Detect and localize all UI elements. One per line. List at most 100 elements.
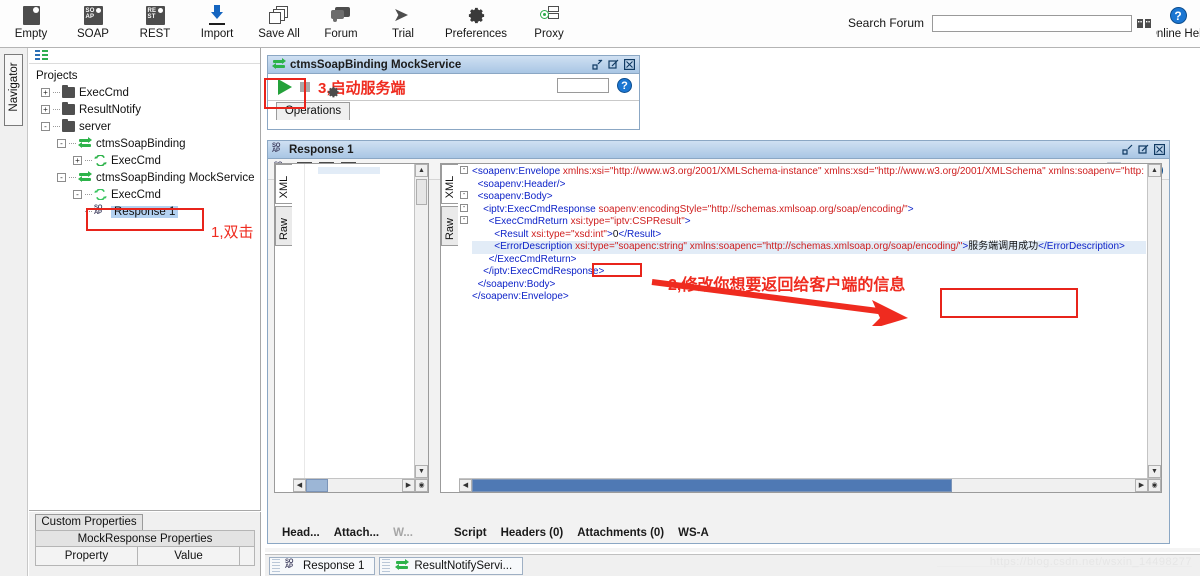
mockservice-port-field[interactable] (557, 78, 609, 93)
close-icon[interactable] (624, 59, 635, 70)
toolbar-button-empty[interactable]: Empty (0, 0, 62, 46)
toolbar-button-forum[interactable]: Forum (310, 0, 372, 46)
mockresponse-icon: SOAP (272, 144, 285, 155)
scroll-down-arrow[interactable]: ▼ (415, 465, 428, 478)
vtab-label: XML (278, 167, 290, 207)
fold-toggle-icon[interactable]: - (460, 204, 468, 212)
tree-node-server[interactable]: - server (33, 118, 260, 135)
help-icon: ? (1170, 3, 1187, 27)
toolbar-button-rest[interactable]: REST REST (124, 0, 186, 46)
scroll-right-arrow[interactable]: ▶ (402, 479, 415, 492)
taskbar-item-resultnotify[interactable]: ResultNotifyServi... (379, 557, 523, 575)
trial-icon: ➤ (393, 3, 413, 27)
play-icon[interactable] (278, 79, 292, 95)
scroll-up-arrow[interactable]: ▲ (1148, 164, 1161, 177)
minimize-icon[interactable] (1122, 144, 1133, 155)
expander-icon[interactable]: + (41, 88, 50, 97)
scroll-track[interactable] (472, 479, 1135, 492)
tree-node-mockoperation-execcmd[interactable]: - ExecCmd (33, 186, 260, 203)
tree-connector (53, 92, 60, 93)
tree-view-icon[interactable] (35, 50, 48, 60)
vertical-scrollbar[interactable]: ▲ ▼ (1147, 164, 1161, 478)
fold-toggle-icon[interactable]: - (460, 216, 468, 224)
tab-wsa[interactable]: WS-A (678, 527, 709, 539)
mockservice-title-bar[interactable]: ctmsSoapBinding MockService (268, 56, 639, 74)
scrollbar-thumb[interactable] (306, 479, 328, 492)
search-input[interactable] (932, 15, 1132, 32)
scrollbar-thumb[interactable] (472, 479, 952, 492)
horizontal-scrollbar[interactable]: ◀ ▶ ◉ (293, 478, 428, 492)
expander-icon[interactable]: - (57, 173, 66, 182)
response-editor-body[interactable]: <soapenv:Envelope xmlns:xsi="http://www.… (459, 164, 1161, 492)
stop-icon[interactable] (300, 82, 310, 92)
xml-token: "iptv:CSPResult" (610, 216, 684, 227)
navigator-tab[interactable]: Navigator (4, 54, 23, 126)
folder-icon (62, 104, 75, 115)
gear-icon[interactable] (326, 85, 340, 99)
editor-empty-highlight (318, 167, 380, 174)
drag-grip-icon[interactable] (272, 559, 280, 572)
tree-connector (69, 143, 76, 144)
search-icon[interactable] (1136, 16, 1152, 31)
vtab-raw[interactable]: Raw (275, 206, 292, 246)
expander-icon[interactable]: - (41, 122, 50, 131)
tab-script[interactable]: Script (454, 527, 487, 539)
close-icon[interactable] (1154, 144, 1165, 155)
tree-node-operation-execcmd[interactable]: + ExecCmd (33, 152, 260, 169)
toolbar-label: Forum (324, 28, 357, 40)
scroll-up-arrow[interactable]: ▲ (415, 164, 428, 177)
toolbar-button-proxy[interactable]: Proxy (518, 0, 580, 46)
mockservice-icon (272, 59, 286, 70)
scroll-corner-icon[interactable]: ◉ (415, 479, 428, 492)
toolbar-button-soap[interactable]: SOAP SOAP (62, 0, 124, 46)
help-icon[interactable]: ? (617, 78, 632, 93)
toolbar-button-save-all[interactable]: Save All (248, 0, 310, 46)
expander-icon[interactable]: - (57, 139, 66, 148)
interface-icon (395, 560, 409, 571)
expander-icon[interactable]: - (73, 190, 82, 199)
request-editor-vtabs: XML Raw (275, 164, 292, 246)
toolbar-button-trial[interactable]: ➤ Trial (372, 0, 434, 46)
tab-headers-short[interactable]: Head... (282, 527, 320, 539)
fold-toggle-icon[interactable]: - (460, 191, 468, 199)
tree-node-response-1[interactable]: SOAP Response 1 (33, 203, 260, 220)
tab-headers[interactable]: Headers (0) (501, 527, 564, 539)
toolbar-button-preferences[interactable]: Preferences (434, 0, 518, 46)
tab-custom-properties[interactable]: Custom Properties (35, 514, 143, 530)
toolbar-button-import[interactable]: Import (186, 0, 248, 46)
response-title-bar[interactable]: SOAP Response 1 (268, 141, 1169, 159)
vtab-xml[interactable]: XML (275, 164, 292, 204)
minimize-icon[interactable] (592, 59, 603, 70)
scrollbar-thumb[interactable] (416, 179, 427, 205)
tree-node-execcmd[interactable]: + ExecCmd (33, 84, 260, 101)
drag-grip-icon[interactable] (382, 559, 390, 572)
tab-attachments-short[interactable]: Attach... (334, 527, 379, 539)
tab-wsa-short[interactable]: W... (393, 527, 413, 539)
tab-operations[interactable]: Operations (276, 102, 350, 120)
maximize-icon[interactable] (1138, 144, 1149, 155)
expander-icon[interactable]: + (73, 156, 82, 165)
horizontal-scrollbar[interactable]: ◀ ▶ ◉ (459, 478, 1161, 492)
tree-node-mockservice[interactable]: - ctmsSoapBinding MockService (33, 169, 260, 186)
scroll-track[interactable] (306, 479, 402, 492)
tree-node-ctmssoapbinding[interactable]: - ctmsSoapBinding (33, 135, 260, 152)
scroll-left-arrow[interactable]: ◀ (293, 479, 306, 492)
scroll-left-arrow[interactable]: ◀ (459, 479, 472, 492)
scroll-corner-icon[interactable]: ◉ (1148, 479, 1161, 492)
vtab-raw[interactable]: Raw (441, 206, 458, 246)
tree-node-resultnotify[interactable]: + ResultNotify (33, 101, 260, 118)
taskbar-item-response-1[interactable]: SOAP Response 1 (269, 557, 375, 575)
tree-root-projects[interactable]: Projects (33, 67, 260, 84)
fold-toggle-icon[interactable]: - (460, 166, 468, 174)
scroll-right-arrow[interactable]: ▶ (1135, 479, 1148, 492)
request-editor-body[interactable]: ▲ ▼ ◀ ▶ ◉ (293, 164, 428, 492)
window-splitter[interactable] (265, 548, 1200, 552)
expander-icon[interactable]: + (41, 105, 50, 114)
online-help-button[interactable]: ? Online Help (1156, 0, 1200, 46)
scroll-down-arrow[interactable]: ▼ (1148, 465, 1161, 478)
xml-token: xmlns:soapenc= (687, 241, 762, 252)
vertical-scrollbar[interactable]: ▲ ▼ (414, 164, 428, 478)
maximize-icon[interactable] (608, 59, 619, 70)
tab-attachments[interactable]: Attachments (0) (577, 527, 664, 539)
vtab-xml[interactable]: XML (441, 164, 458, 204)
